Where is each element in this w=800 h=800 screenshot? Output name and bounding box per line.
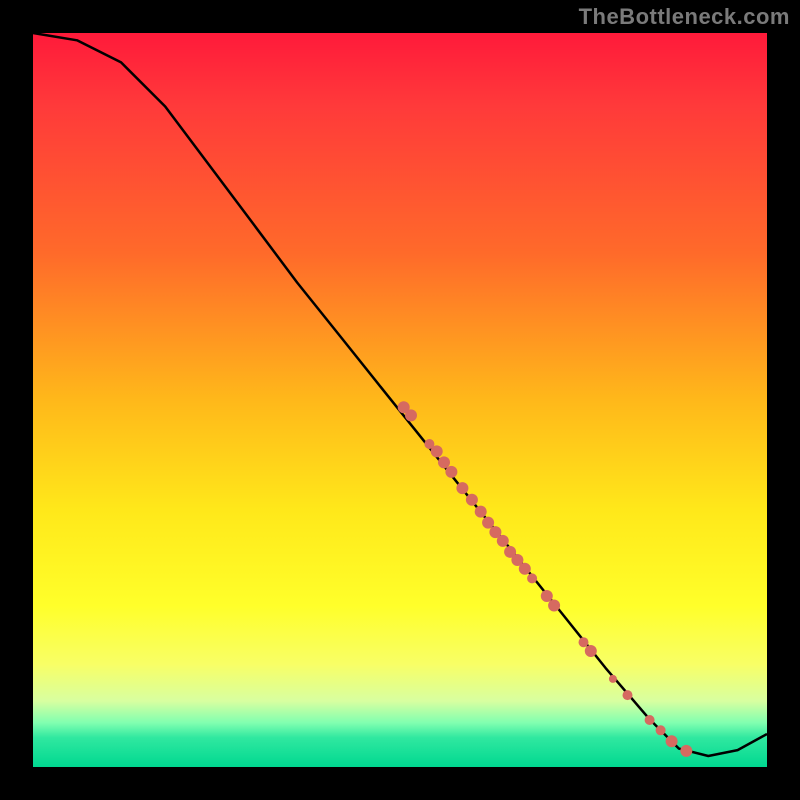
bottleneck-curve [33,33,767,756]
data-marker [405,409,417,421]
data-marker [548,600,560,612]
data-marker [656,725,666,735]
data-marker [519,563,531,575]
data-markers [398,401,693,757]
data-marker [497,535,509,547]
data-marker [541,590,553,602]
data-marker [585,645,597,657]
data-marker [466,494,478,506]
data-marker [438,456,450,468]
data-marker [645,715,655,725]
data-marker [456,482,468,494]
data-marker [623,690,633,700]
data-marker [431,445,443,457]
data-marker [666,735,678,747]
data-marker [609,675,617,683]
chart-svg [0,0,800,800]
data-marker [482,517,494,529]
data-marker [475,506,487,518]
data-marker [579,637,589,647]
data-marker [527,573,537,583]
data-marker [445,466,457,478]
data-marker [680,745,692,757]
